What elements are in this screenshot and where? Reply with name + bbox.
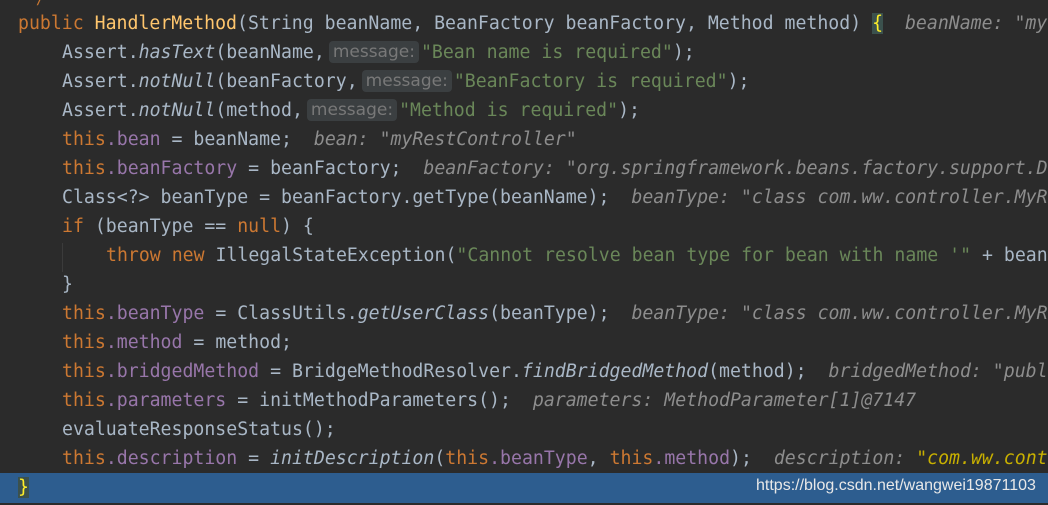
code-text: Assert.	[62, 71, 139, 92]
code-text: = method;	[182, 332, 292, 353]
code-line-14[interactable]: this.parameters = initMethodParameters()…	[0, 386, 1048, 415]
code-text: Assert.	[62, 100, 139, 121]
code-editor[interactable]: / public HandlerMethod(String beanName, …	[0, 0, 1048, 505]
inline-debug-value: beanType: "class com.ww.controller.MyR	[631, 187, 1048, 208]
code-line-1[interactable]: public HandlerMethod(String beanName, Be…	[0, 9, 1048, 38]
param-list: (String beanName, BeanFactory beanFactor…	[237, 13, 873, 34]
string-literal: "BeanFactory is required"	[453, 71, 728, 92]
field-ref: .beanType	[105, 303, 205, 324]
code-line-5[interactable]: this.bean = beanName; bean: "myRestContr…	[0, 125, 1048, 154]
keyword-this: this	[62, 158, 106, 179]
code-line-6[interactable]: this.beanFactory = beanFactory; beanFact…	[0, 154, 1048, 183]
partial-top-line: /	[36, 0, 45, 8]
code-text: = beanFactory;	[237, 158, 402, 179]
code-line-9[interactable]: throw new IllegalStateException("Cannot …	[0, 241, 1048, 270]
code-text: IllegalStateException(	[204, 245, 457, 266]
inline-debug-value: beanType: "class com.ww.controller.MyR	[631, 303, 1048, 324]
static-method: hasText	[138, 42, 216, 63]
inline-debug-value: bridgedMethod: "publ	[828, 361, 1048, 382]
method-name: HandlerMethod	[94, 13, 238, 34]
keyword-if: if	[62, 216, 84, 237]
keyword-this: this	[62, 390, 106, 411]
keyword-this: this	[62, 303, 106, 324]
code-text: Class<?> beanType = beanFactory.getType(…	[62, 187, 610, 208]
code-line-10[interactable]: }	[0, 270, 1048, 299]
watermark: https://blog.csdn.net/wangwei19871103	[756, 477, 1036, 494]
field-ref: .method	[653, 448, 731, 469]
code-line-15[interactable]: evaluateResponseStatus();	[0, 415, 1048, 444]
code-text: + bean	[971, 245, 1048, 266]
code-line-16[interactable]: this.description = initDescription(this.…	[0, 444, 1048, 473]
code-text: = beanName;	[160, 129, 292, 150]
code-text: = initMethodParameters();	[226, 390, 511, 411]
code-line-4[interactable]: Assert.notNull(method, message: "Method is…	[0, 96, 1048, 125]
static-method: notNull	[138, 100, 216, 121]
code-text: (beanFactory,	[215, 71, 358, 92]
keyword-this: this	[62, 361, 106, 382]
static-method: getUserClass	[357, 303, 490, 324]
code-text: );	[618, 100, 640, 121]
code-text: );	[672, 42, 695, 63]
field-ref: .beanType	[489, 448, 588, 469]
code-text: );	[730, 448, 752, 469]
code-line-11[interactable]: this.beanType = ClassUtils.getUserClass(…	[0, 299, 1048, 328]
method-call: initDescription	[270, 448, 435, 469]
code-line-12[interactable]: this.method = method;	[0, 328, 1048, 357]
static-method: findBridgedMethod	[521, 361, 709, 382]
code-text: (method,	[215, 100, 303, 121]
keyword-null: null	[237, 216, 282, 237]
code-text: evaluateResponseStatus();	[62, 419, 336, 440]
keyword-public: public	[18, 13, 84, 34]
inline-debug-value: "com.ww.cont	[916, 448, 1048, 469]
code-text: ) {	[281, 216, 314, 237]
code-line-8[interactable]: if (beanType == null) {	[0, 212, 1048, 241]
field-ref: .method	[105, 332, 183, 353]
code-text: Assert.	[62, 42, 139, 63]
keyword-this: this	[609, 448, 654, 469]
code-line-13[interactable]: this.bridgedMethod = BridgeMethodResolve…	[0, 357, 1048, 386]
keyword-new: new	[171, 245, 205, 266]
code-line-3[interactable]: Assert.notNull(beanFactory, message: "Bean…	[0, 67, 1048, 96]
parameter-hint: message:	[361, 70, 452, 92]
inline-debug-value: parameters: MethodParameter[1]@7147	[532, 390, 917, 411]
keyword-this: this	[445, 448, 490, 469]
code-text: (beanType);	[489, 303, 610, 324]
code-line-2[interactable]: Assert.hasText(beanName, message: "Bean na…	[0, 38, 1048, 67]
keyword-throw: throw	[106, 245, 161, 266]
field-ref: .beanFactory	[105, 158, 238, 179]
string-literal: "Cannot resolve bean type for bean with …	[456, 245, 972, 266]
inline-debug-label: description:	[773, 448, 906, 469]
inline-debug-value: beanName: "my	[904, 13, 1048, 34]
static-method: notNull	[138, 71, 216, 92]
field-ref: .bean	[105, 129, 161, 150]
field-ref: .description	[105, 448, 238, 469]
keyword-this: this	[62, 448, 106, 469]
code-text: (beanType ==	[83, 216, 238, 237]
string-literal: "Method is required"	[399, 100, 619, 121]
open-brace: {	[872, 13, 884, 34]
parameter-hint: message:	[306, 99, 398, 121]
inline-debug-value: beanFactory: "org.springframework.beans.…	[423, 158, 1048, 179]
code-text: =	[237, 448, 271, 469]
inline-debug-value: bean: "myRestController"	[313, 129, 577, 150]
keyword-this: this	[62, 129, 106, 150]
code-text: (	[434, 448, 446, 469]
parameter-hint: message:	[328, 41, 419, 63]
code-text: = ClassUtils.	[204, 303, 358, 324]
code-line-7[interactable]: Class<?> beanType = beanFactory.getType(…	[0, 183, 1048, 212]
field-ref: .bridgedMethod	[105, 361, 260, 382]
code-text: (method);	[708, 361, 807, 382]
code-text: (beanName,	[215, 42, 325, 63]
close-brace: }	[62, 274, 73, 295]
code-text: );	[727, 71, 750, 92]
close-brace: }	[18, 477, 29, 498]
field-ref: .parameters	[105, 390, 227, 411]
code-text: ,	[587, 448, 610, 469]
keyword-this: this	[62, 332, 106, 353]
code-text: = BridgeMethodResolver.	[259, 361, 522, 382]
string-literal: "Bean name is required"	[420, 42, 673, 63]
